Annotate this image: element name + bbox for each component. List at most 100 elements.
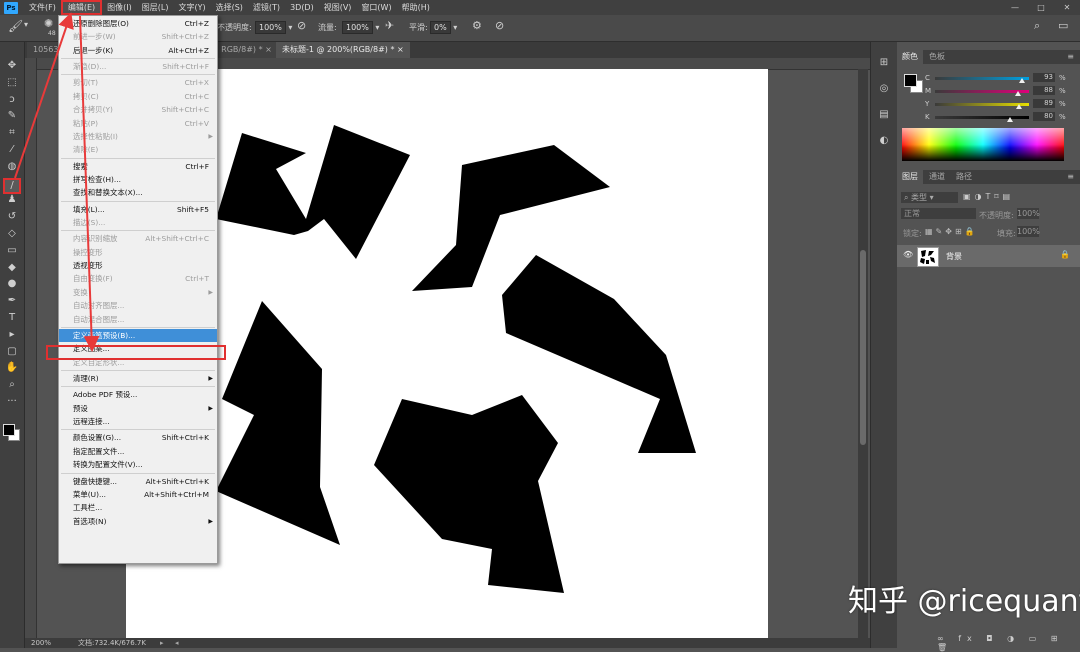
edit-menu-item[interactable]: 填充(L)... Shift+F5 (59, 203, 217, 216)
type-tool-icon[interactable]: T (5, 312, 19, 324)
slider-value[interactable]: 93 (1033, 73, 1055, 82)
smooth-input[interactable]: 0% ▾ (430, 21, 457, 34)
edit-menu-item[interactable]: 预设 ▶ (59, 402, 217, 415)
eyedropper-tool-icon[interactable]: ⁄ (5, 144, 19, 156)
layer-row-background[interactable]: 👁 背景 🔒 (897, 245, 1080, 267)
history-panel-icon[interactable]: ⊞ (877, 56, 891, 70)
more-tools-icon[interactable]: ··· (5, 396, 19, 408)
move-tool-icon[interactable]: ✥ (5, 60, 19, 72)
eraser-tool-icon[interactable]: ◇ (5, 228, 19, 240)
slider-track[interactable] (935, 77, 1029, 80)
slider-value[interactable]: 89 (1033, 99, 1055, 108)
slider-value[interactable]: 80 (1033, 112, 1055, 121)
edit-menu-item[interactable]: 操控变形 (59, 246, 217, 259)
layer-visibility-eye-icon[interactable]: 👁 (903, 250, 913, 259)
maximize-button[interactable]: □ (1028, 0, 1054, 15)
zoom-level[interactable]: 200% (31, 638, 51, 648)
edit-menu-item[interactable]: 菜单(U)... Alt+Shift+Ctrl+M (59, 488, 217, 501)
layers-menu-icon[interactable]: ≡ (1067, 170, 1074, 184)
edit-menu-item[interactable]: 指定配置文件... (59, 445, 217, 458)
fill-input[interactable]: 100% (1017, 226, 1040, 237)
path-select-tool-icon[interactable]: ▸ (5, 329, 19, 341)
slider-track[interactable] (935, 116, 1029, 119)
menu-2[interactable]: 图像(I) (102, 0, 137, 15)
edit-menu-item[interactable]: 粘贴(P) Ctrl+V (59, 117, 217, 130)
edit-menu-item[interactable]: 工具栏... (59, 501, 217, 514)
edit-menu-item[interactable]: Adobe PDF 预设... (59, 388, 217, 401)
dodge-tool-icon[interactable]: ● (5, 278, 19, 290)
edit-menu-item[interactable]: 拼写检查(H)... (59, 173, 217, 186)
slider-value[interactable]: 88 (1033, 86, 1055, 95)
edit-menu-item[interactable]: 描边(S)... (59, 216, 217, 229)
tab-doc-active[interactable]: 未标题-1 @ 200%(RGB/8#) * × (276, 42, 410, 58)
marquee-tool-icon[interactable]: ⬚ (5, 77, 19, 89)
foreground-color-swatch[interactable] (904, 74, 917, 87)
gradient-tool-icon[interactable]: ▭ (5, 245, 19, 257)
panel-menu-icon[interactable]: ≡ (1067, 50, 1074, 64)
airbrush-icon[interactable]: ✈ (385, 19, 394, 32)
crop-tool-icon[interactable]: ⌗ (5, 127, 19, 139)
swatch-panel-icon[interactable]: ◎ (877, 82, 891, 96)
edit-menu-item[interactable]: 清除(E) (59, 143, 217, 156)
brush-preset-dropdown-icon[interactable]: ▾ (24, 20, 28, 29)
stamp-tool-icon[interactable]: ♟ (5, 194, 19, 206)
blur-tool-icon[interactable]: ◆ (5, 262, 19, 274)
edit-menu-item[interactable]: 内容识别缩放 Alt+Shift+Ctrl+C (59, 232, 217, 245)
menu-8[interactable]: 视图(V) (319, 0, 357, 15)
edit-menu-item[interactable]: 选择性粘贴(I) ▶ (59, 130, 217, 143)
edit-menu-item[interactable]: 转换为配置文件(V)... (59, 458, 217, 471)
zoom-tool-icon[interactable]: ⌕ (5, 379, 19, 391)
edit-menu-item[interactable]: 合并拷贝(Y) Shift+Ctrl+C (59, 103, 217, 116)
edit-menu-item[interactable]: 清理(R) ▶ (59, 372, 217, 385)
menu-10[interactable]: 帮助(H) (397, 0, 435, 15)
pressure-opacity-icon[interactable]: ⊘ (297, 19, 306, 32)
vertical-scroll-thumb[interactable] (860, 250, 866, 445)
hand-tool-icon[interactable]: ✋ (5, 362, 19, 374)
status-arrow-icon[interactable]: ▸ (160, 638, 164, 648)
edit-menu-item[interactable]: 变换 ▶ (59, 286, 217, 299)
tab-paths[interactable]: 路径 (951, 170, 977, 184)
close-button[interactable]: ✕ (1054, 0, 1080, 15)
quick-select-tool-icon[interactable]: ✎ (5, 110, 19, 122)
toolbar-foreground-swatch[interactable] (3, 424, 15, 436)
lasso-tool-icon[interactable]: ↄ (5, 94, 19, 106)
edit-menu-item[interactable]: 还原删除图层(O) Ctrl+Z (59, 17, 217, 30)
layer-kind-filter[interactable]: ⌕ 类型 ▾ (901, 192, 958, 203)
slider-thumb[interactable] (1014, 91, 1021, 96)
brush-tool-icon[interactable]: / (3, 177, 21, 194)
edit-menu-item[interactable]: 首选项(N) ▶ (59, 515, 217, 528)
edit-menu-item[interactable]: 查找和替换文本(X)... (59, 186, 217, 199)
brush-shape-preview-icon[interactable]: ✺ (44, 17, 53, 30)
pressure-size-icon[interactable]: ⊘ (495, 19, 504, 32)
menu-1[interactable]: 编辑(E) (60, 0, 103, 15)
tab-channels[interactable]: 通道 (924, 170, 950, 184)
edit-menu-item[interactable]: 颜色设置(G)... Shift+Ctrl+K (59, 431, 217, 444)
edit-menu-item[interactable]: 定义画笔预设(B)... (59, 328, 217, 342)
layers-footer-icons[interactable]: ∞ fx ◘ ◑ ▭ ⊞ 🗑 (937, 634, 1080, 652)
edit-menu-item[interactable]: 自由变换(F) Ctrl+T (59, 272, 217, 285)
tab-layers[interactable]: 图层 (897, 170, 923, 184)
pen-tool-icon[interactable]: ✒ (5, 295, 19, 307)
slider-thumb[interactable] (1019, 78, 1026, 83)
color-spectrum[interactable] (902, 128, 1064, 161)
workspace-icon[interactable]: ▭ (1058, 19, 1068, 32)
minimize-button[interactable]: — (1002, 0, 1028, 15)
edit-menu-item[interactable]: 搜索 Ctrl+F (59, 160, 217, 173)
menu-9[interactable]: 窗口(W) (356, 0, 396, 15)
layer-opacity-input[interactable]: 100% (1017, 208, 1040, 219)
tab-color[interactable]: 颜色 (897, 50, 923, 64)
flow-input[interactable]: 100% ▾ (342, 21, 379, 34)
edit-menu-item[interactable]: 剪切(T) Ctrl+X (59, 76, 217, 89)
adjustments-panel-icon[interactable]: ◐ (877, 134, 891, 148)
slider-thumb[interactable] (1007, 117, 1014, 122)
edit-menu-item[interactable]: 渐隐(D)... Shift+Ctrl+F (59, 60, 217, 73)
menu-0[interactable]: 文件(F) (24, 0, 61, 15)
blend-mode-select[interactable]: 正常 (901, 208, 976, 219)
edit-menu-item[interactable]: 后退一步(K) Alt+Ctrl+Z (59, 44, 217, 57)
edit-menu-item[interactable]: 自动对齐图层... (59, 299, 217, 312)
search-icon[interactable]: ⌕ (1034, 19, 1040, 33)
history-brush-tool-icon[interactable]: ↺ (5, 211, 19, 223)
edit-menu-item[interactable]: 远程连接... (59, 415, 217, 428)
edit-menu-item[interactable]: 透视变形 (59, 259, 217, 272)
edit-menu-item[interactable]: 键盘快捷键... Alt+Shift+Ctrl+K (59, 475, 217, 488)
